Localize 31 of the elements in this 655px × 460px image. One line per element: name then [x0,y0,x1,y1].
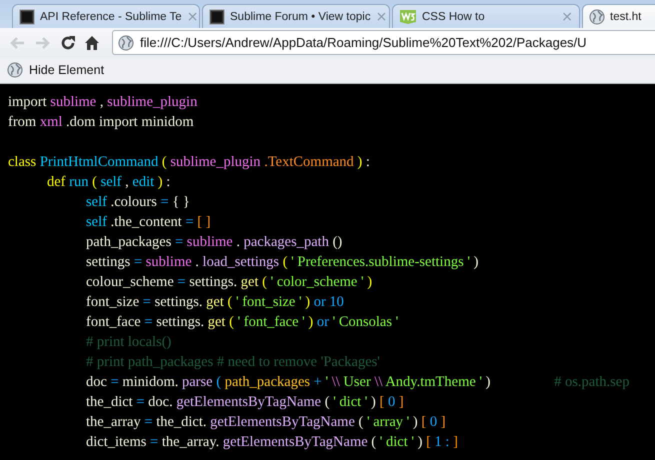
browser-tab[interactable]: Sublime Forum • View topic × [202,4,390,28]
code-line: doc = minidom. parse ( path_packages + ' \\ User \\ Andy.tmTheme ' ) # os.path.sep [85,373,630,392]
reload-icon[interactable] [60,34,76,50]
code-line: self .the_content = [ ] [85,213,212,232]
bookmark-link[interactable]: Hide Element [7,62,104,78]
code-line: the_dict = doc. getElementsByTagName ( ' dict ' ) [ 0 ] [85,393,405,412]
code-line: # print path_packages # need to remove 'Packages' [85,353,381,372]
globe-icon [7,62,23,78]
globe-icon [589,8,605,24]
code-line: from xml .dom import minidom [8,113,195,132]
code-line: dict_items = the_array. getElementsByTagName ( ' dict ' ) [ 1 : ] [85,433,459,452]
code-line: class PrintHtmlCommand ( sublime_plugin .TextCommand ) : [8,153,371,172]
code-line: # print locals() [85,333,172,352]
page-icon [19,8,35,24]
address-bar[interactable]: file:///C:/Users/Andrew/AppData/Roaming/Sublime%20Text%202/Packages/U [112,30,655,55]
code-line: self .colours = { } [85,193,191,212]
w3-logo-icon [399,8,417,24]
code-line: def run ( self , edit ) : [46,173,172,192]
code-line: font_face = settings. get ( ' font_face ' ) or ' Consolas ' [85,313,400,332]
browser-tab[interactable]: test.ht [582,4,655,28]
code-line: the_array = the_dict. getElementsByTagName ( ' array ' ) [ 0 ] [85,413,447,432]
home-icon[interactable] [84,34,100,50]
globe-icon [118,34,134,50]
browser-tab[interactable]: API Reference - Sublime Te × [12,4,200,28]
code-line: path_packages = sublime . packages_path () [85,233,344,252]
code-line: settings = sublime . load_settings ( ' Preferences.sublime-settings ' ) [85,253,480,272]
page-icon [209,8,225,24]
code-line: font_size = settings. get ( ' font_size ' ) or 10 [85,293,345,312]
code-line: colour_scheme = settings. get ( ' color_scheme ' ) [85,273,374,292]
code-line: import sublime , sublime_plugin [8,93,198,112]
browser-tab[interactable]: CSS How to × [392,4,580,28]
